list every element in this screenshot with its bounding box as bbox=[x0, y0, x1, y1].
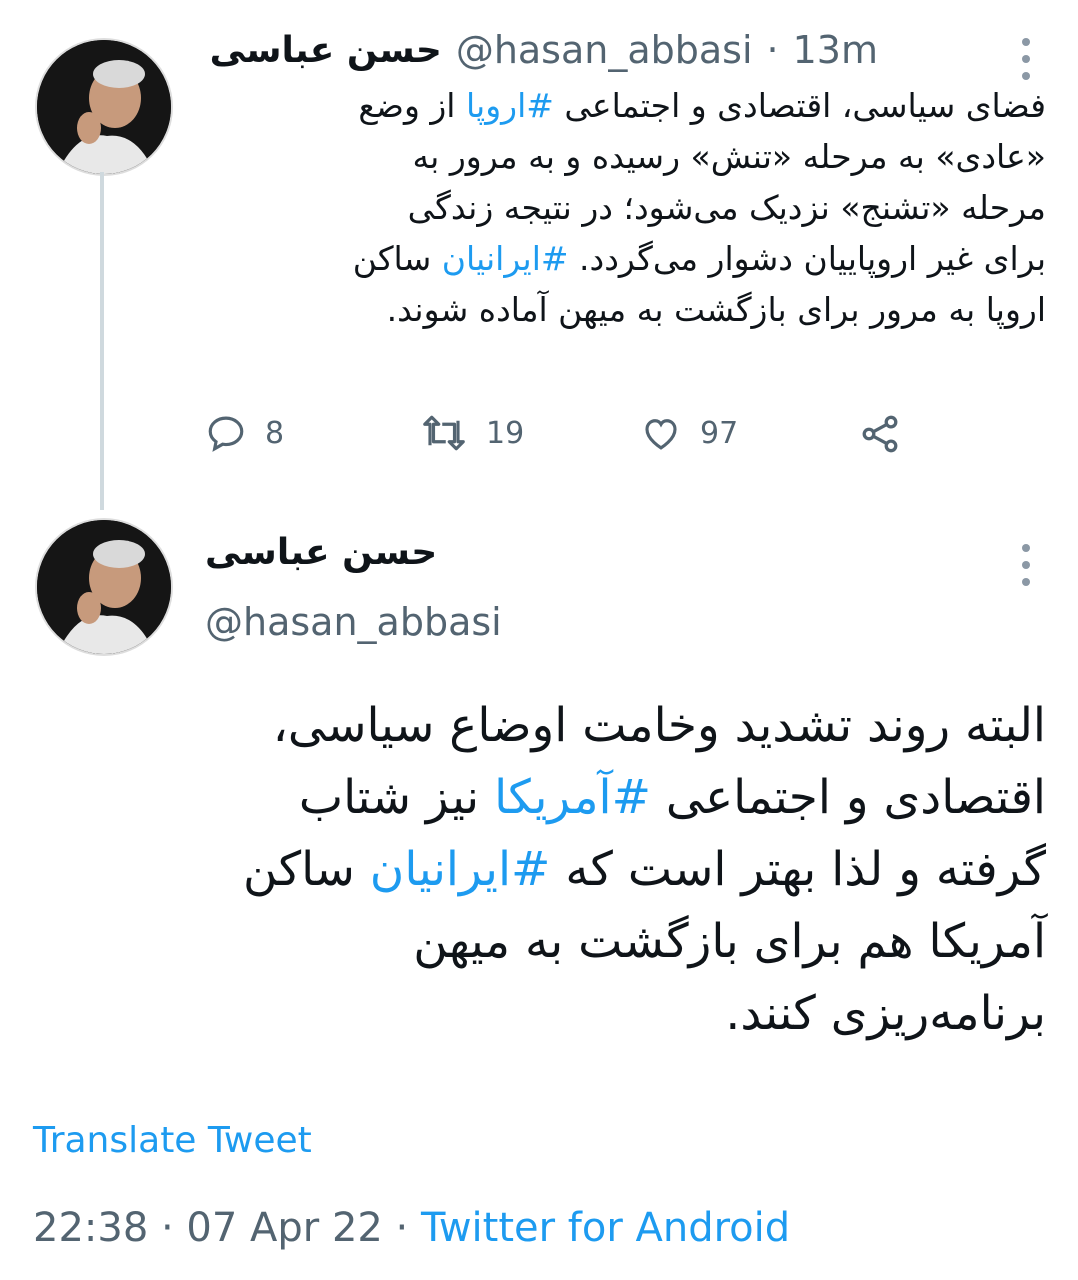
tweet-text-line: آمریکا هم برای بازگشت به میهن bbox=[46, 906, 1046, 978]
author-name[interactable]: حسن عباسی bbox=[210, 30, 442, 71]
text-segment: آمریکا هم برای بازگشت به میهن bbox=[413, 914, 1046, 969]
author-handle[interactable]: @hasan_abbasi bbox=[205, 600, 502, 644]
reply-icon bbox=[208, 416, 244, 452]
retweet-button[interactable]: 19 bbox=[420, 412, 524, 454]
more-icon[interactable] bbox=[1016, 38, 1036, 80]
tweet-source[interactable]: Twitter for Android bbox=[421, 1205, 790, 1251]
tweet-footer: 22:38 · 07 Apr 22 · Twitter for Android bbox=[33, 1205, 790, 1251]
hashtag-link[interactable]: #آمریکا bbox=[494, 770, 651, 825]
text-segment: برای غیر اروپاییان دشوار می‌گردد. bbox=[568, 239, 1046, 278]
text-segment: «عادی» به مرحله «تنش» رسیده و به مرور به bbox=[412, 137, 1046, 176]
more-icon[interactable] bbox=[1016, 544, 1036, 586]
retweet-count: 19 bbox=[486, 415, 525, 451]
text-segment: اروپا به مرور برای بازگشت به میهن آماده … bbox=[386, 290, 1046, 329]
hashtag-link[interactable]: #ایرانیان bbox=[442, 239, 569, 278]
retweet-icon bbox=[423, 415, 465, 451]
text-segment: البته روند تشدید وخامت اوضاع سیاسی، bbox=[272, 698, 1046, 753]
text-segment: برنامه‌ریزی کنند. bbox=[725, 986, 1046, 1041]
author-handle[interactable]: @hasan_abbasi bbox=[456, 28, 753, 72]
hashtag-link[interactable]: #ایرانیان bbox=[370, 842, 551, 897]
reply-count: 8 bbox=[265, 415, 285, 451]
translate-tweet-link[interactable]: Translate Tweet bbox=[33, 1120, 312, 1161]
tweet-text-line: اقتصادی و اجتماعی #آمریکا نیز شتاب bbox=[46, 762, 1046, 834]
share-button[interactable] bbox=[858, 412, 902, 456]
text-segment: مرحله «تشنج» نزدیک می‌شود؛ در نتیجه زندگ… bbox=[407, 188, 1046, 227]
tweet-text-line: «عادی» به مرحله «تنش» رسیده و به مرور به bbox=[206, 131, 1046, 182]
text-segment: ساکن bbox=[352, 239, 442, 278]
text-segment: نیز شتاب bbox=[298, 770, 495, 825]
like-button[interactable]: 97 bbox=[640, 412, 738, 454]
author-name[interactable]: حسن عباسی bbox=[205, 532, 437, 573]
like-count: 97 bbox=[700, 415, 739, 451]
tweet-text-line: برنامه‌ریزی کنند. bbox=[46, 978, 1046, 1050]
tweet-text-line: البته روند تشدید وخامت اوضاع سیاسی، bbox=[46, 690, 1046, 762]
tweet1-header: حسن عباسی @hasan_abbasi · 13m bbox=[210, 28, 878, 72]
text-segment: از وضع bbox=[358, 86, 466, 125]
tweet-time[interactable]: 13m bbox=[793, 28, 878, 72]
tweet-text-line: فضای سیاسی، اقتصادی و اجتماعی #اروپا از … bbox=[206, 80, 1046, 131]
text-segment: اقتصادی و اجتماعی bbox=[650, 770, 1046, 825]
like-icon bbox=[645, 419, 677, 450]
tweet1-text: فضای سیاسی، اقتصادی و اجتماعی #اروپا از … bbox=[206, 80, 1046, 335]
thread-line bbox=[100, 172, 104, 510]
meta-separator: · bbox=[766, 28, 779, 72]
reply-button[interactable]: 8 bbox=[205, 412, 284, 454]
tweet-text-line: برای غیر اروپاییان دشوار می‌گردد. #ایران… bbox=[206, 233, 1046, 284]
tweet2-text: البته روند تشدید وخامت اوضاع سیاسی، اقتصا… bbox=[46, 690, 1046, 1050]
tweet-timestamp[interactable]: 22:38 · 07 Apr 22 · bbox=[33, 1205, 421, 1251]
tweet-text-line: اروپا به مرور برای بازگشت به میهن آماده … bbox=[206, 284, 1046, 335]
text-segment: ساکن bbox=[243, 842, 370, 897]
text-segment: گرفته و لذا بهتر است که bbox=[550, 842, 1046, 897]
hashtag-link[interactable]: #اروپا bbox=[466, 86, 554, 125]
avatar[interactable] bbox=[37, 520, 171, 654]
tweet-text-line: مرحله «تشنج» نزدیک می‌شود؛ در نتیجه زندگ… bbox=[206, 182, 1046, 233]
text-segment: فضای سیاسی، اقتصادی و اجتماعی bbox=[553, 86, 1046, 125]
tweet-text-line: گرفته و لذا بهتر است که #ایرانیان ساکن bbox=[46, 834, 1046, 906]
avatar[interactable] bbox=[37, 40, 171, 174]
share-icon bbox=[862, 415, 898, 453]
